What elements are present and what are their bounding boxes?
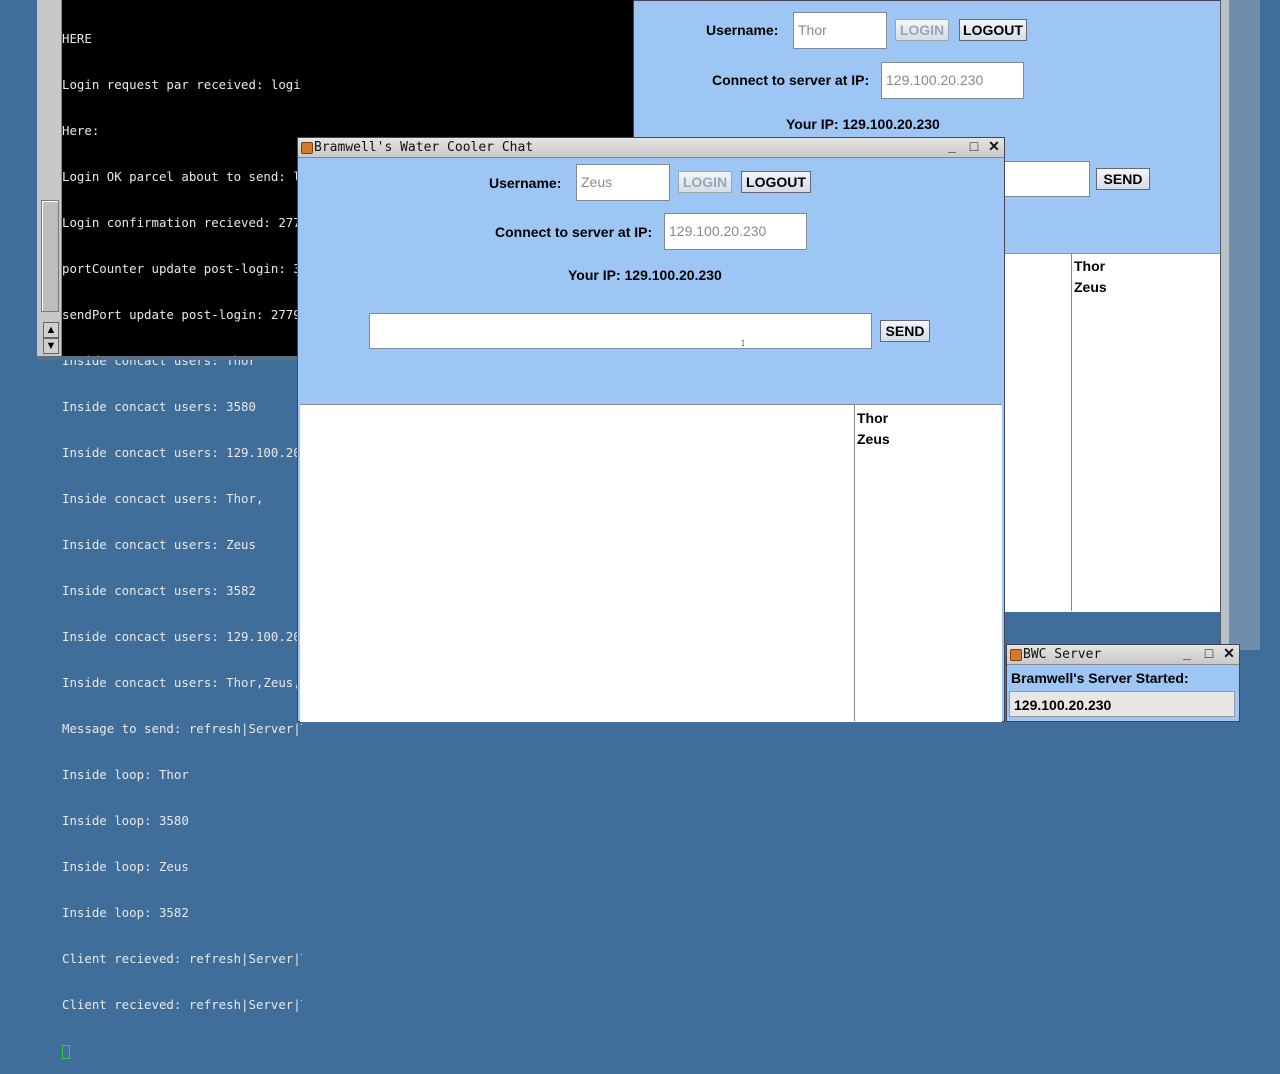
terminal-line: Inside concact users: 3580 <box>62 398 256 414</box>
chat-log[interactable] <box>300 404 1002 722</box>
maximize-icon[interactable]: □ <box>966 139 982 155</box>
logout-button[interactable]: LOGOUT <box>959 19 1027 41</box>
terminal-line: Inside loop: Thor <box>62 767 189 783</box>
terminal-line: Login confirmation recieved: 2779 <box>62 214 302 230</box>
terminal-line: Client recieved: refresh|Server|T <box>62 951 302 967</box>
server-status-label: Bramwell's Server Started: <box>1011 670 1189 686</box>
login-button[interactable]: LOGIN <box>895 19 949 41</box>
server-ip-label: Connect to server at IP: <box>495 224 653 240</box>
maximize-icon[interactable]: □ <box>1201 646 1217 662</box>
login-button[interactable]: LOGIN <box>678 171 732 193</box>
text-cursor-icon <box>742 340 744 346</box>
user-list-divider <box>1071 253 1072 611</box>
username-field[interactable]: Thor <box>793 12 887 49</box>
java-app-icon <box>1010 649 1022 661</box>
server-ip-field[interactable]: 129.100.20.230 <box>881 62 1024 99</box>
terminal-line: Inside concact users: 3582 <box>62 583 256 599</box>
username-label: Username: <box>706 22 779 38</box>
user-list-item[interactable]: Thor <box>1074 258 1105 274</box>
terminal-line: Inside loop: 3580 <box>62 813 189 829</box>
minimize-icon[interactable]: _ <box>944 139 960 155</box>
server-ip-label: Connect to server at IP: <box>712 72 870 88</box>
scroll-down-icon[interactable]: ▼ <box>43 338 59 354</box>
username-label: Username: <box>489 175 562 191</box>
user-list-item[interactable]: Zeus <box>1074 279 1107 295</box>
terminal-line: Inside concact users: 129.100.20. <box>62 629 302 645</box>
terminal-line: Login request par received: login|Zeus|1… <box>62 76 302 92</box>
terminal-line: Inside loop: 3582 <box>62 905 189 921</box>
minimize-icon[interactable]: _ <box>1179 646 1195 662</box>
your-ip-label: Your IP: 129.100.20.230 <box>786 116 940 132</box>
window-title: BWC Server <box>1023 647 1102 662</box>
username-field[interactable]: Zeus <box>576 164 670 201</box>
logout-button[interactable]: LOGOUT <box>741 171 811 193</box>
server-ip-display: 129.100.20.230 <box>1009 691 1235 717</box>
terminal-line: Inside concact users: 129.100.20. <box>62 444 302 460</box>
message-input[interactable] <box>1002 161 1090 197</box>
terminal-scroll-thumb[interactable] <box>41 200 59 312</box>
terminal-line: HERE <box>62 30 92 46</box>
chat-window-zeus[interactable]: Bramwell's Water Cooler Chat _ □ ✕ Usern… <box>297 137 1005 722</box>
terminal-prompt[interactable] <box>62 1043 302 1059</box>
server-window[interactable]: BWC Server _ □ ✕ Bramwell's Server Start… <box>1006 644 1240 722</box>
window-edge <box>1220 0 1229 650</box>
terminal-line: portCounter update post-login: 3582 <box>62 260 302 276</box>
terminal-output: HERE Login request par received: login|Z… <box>62 0 302 1074</box>
terminal-line: Message to send: refresh|Server|T <box>62 721 302 737</box>
terminal-line: Inside concact users: Zeus <box>62 537 256 553</box>
your-ip-label: Your IP: 129.100.20.230 <box>568 267 722 283</box>
close-icon[interactable]: ✕ <box>1221 646 1237 662</box>
server-ip-field[interactable]: 129.100.20.230 <box>664 213 807 250</box>
window-title: Bramwell's Water Cooler Chat <box>314 140 534 155</box>
java-app-icon <box>301 142 313 154</box>
close-icon[interactable]: ✕ <box>986 139 1002 155</box>
terminal-line: Here: <box>62 122 100 138</box>
terminal-line: Inside loop: Zeus <box>62 859 189 875</box>
terminal-line: Inside concact users: Thor, <box>62 491 264 506</box>
user-list-item[interactable]: Thor <box>857 410 888 426</box>
terminal-line: Client recieved: refresh|Server|T <box>62 997 302 1013</box>
terminal-cursor-icon <box>62 1044 70 1059</box>
terminal-line: sendPort update post-login: 2779 <box>62 306 301 322</box>
send-button[interactable]: SEND <box>1096 168 1150 190</box>
user-list-divider <box>854 404 855 721</box>
scroll-up-icon[interactable]: ▲ <box>43 322 59 338</box>
window-titlebar[interactable]: Bramwell's Water Cooler Chat _ □ ✕ <box>298 138 1004 158</box>
window-titlebar[interactable]: BWC Server _ □ ✕ <box>1007 645 1239 665</box>
send-button[interactable]: SEND <box>880 320 930 342</box>
terminal-line: Inside concact users: Thor,Zeus, <box>62 675 301 691</box>
terminal-line: Login OK parcel about to send: login|277… <box>62 168 302 184</box>
message-input[interactable] <box>369 313 872 349</box>
user-list-item[interactable]: Zeus <box>857 431 890 447</box>
